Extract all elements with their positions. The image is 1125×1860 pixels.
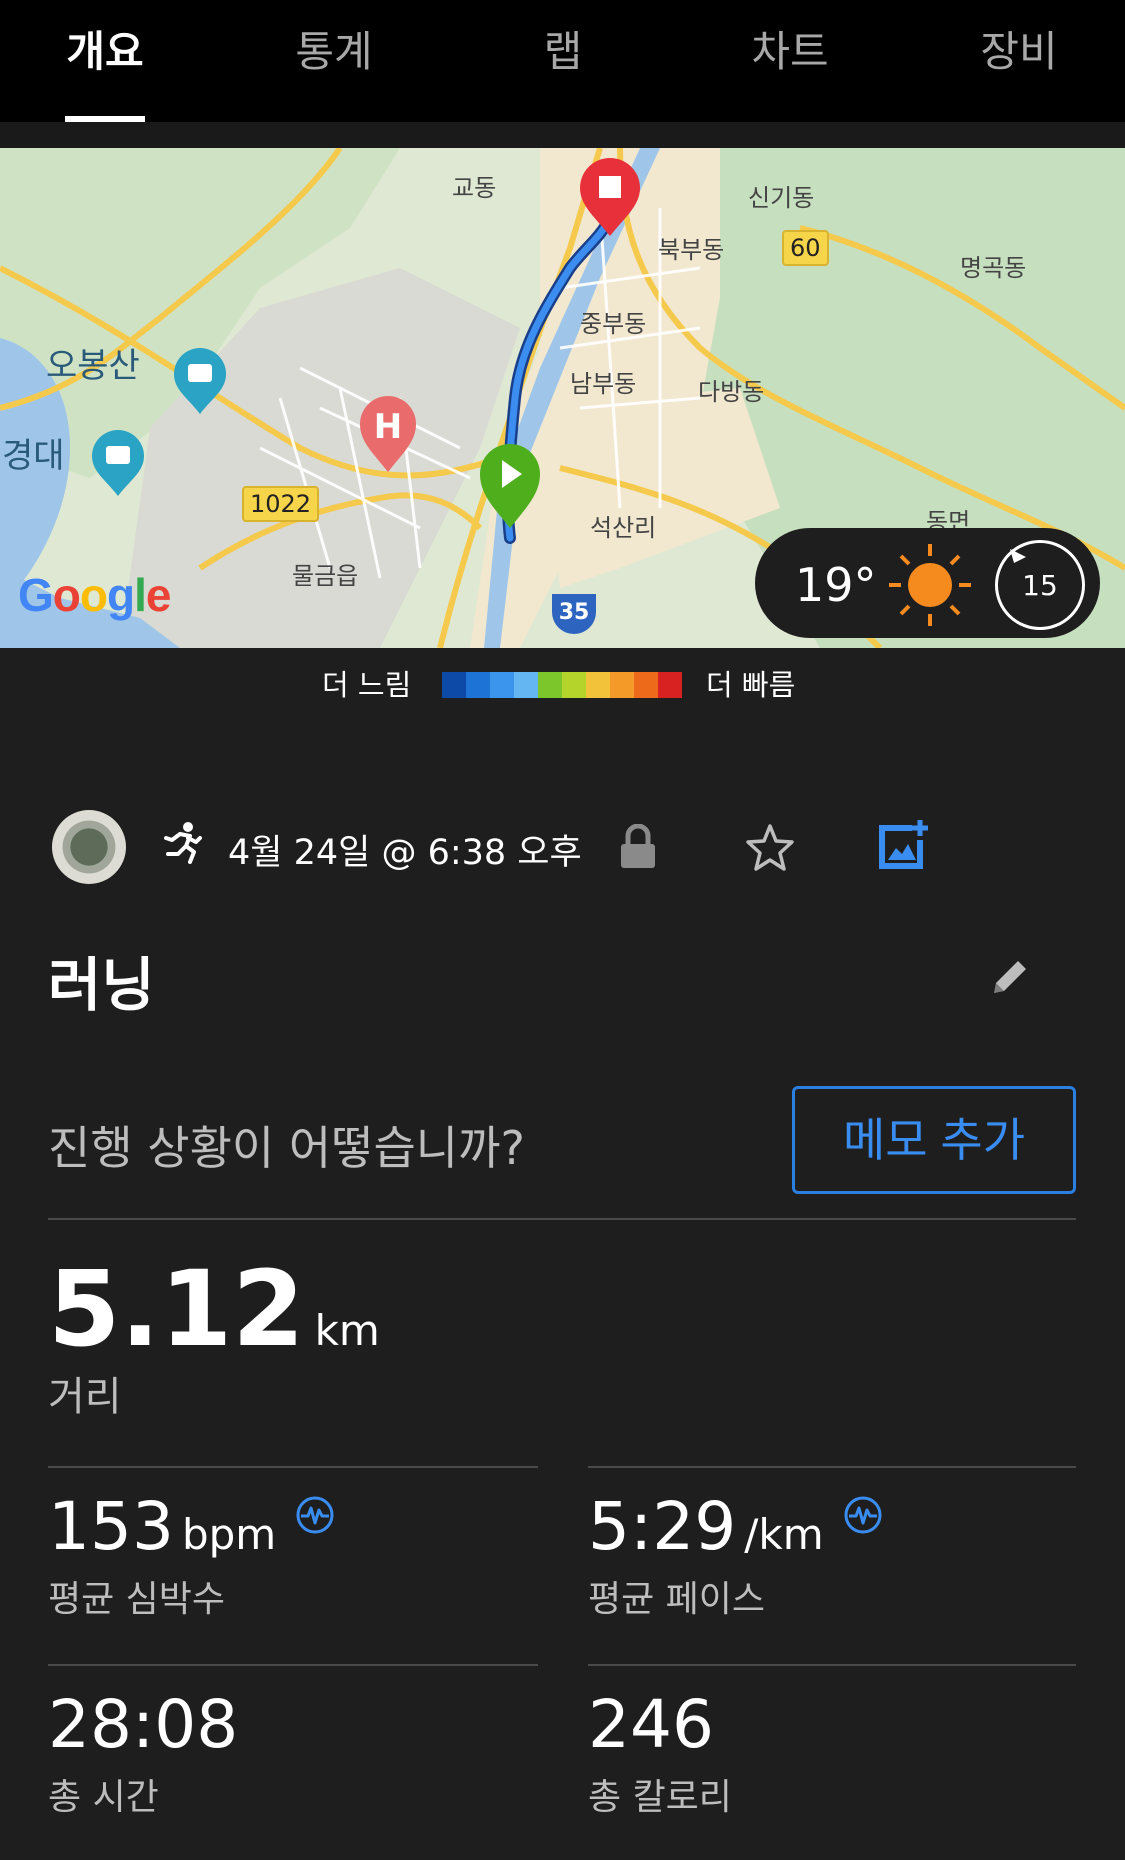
tab-charts[interactable]: 차트 (710, 18, 870, 79)
avatar[interactable] (52, 810, 126, 884)
edit-icon[interactable] (988, 955, 1032, 999)
legend-color-swatch (586, 672, 610, 698)
distance-value: 5.12 (48, 1248, 305, 1370)
avg-pace-value: 5:29 (588, 1488, 737, 1565)
tab-stats[interactable]: 통계 (254, 18, 414, 79)
avg-pace-unit: /km (744, 1510, 824, 1559)
sun-icon (889, 544, 971, 626)
tab-bar: 개요 통계 랩 차트 장비 (0, 0, 1125, 122)
heart-rate-monitor-icon (844, 1496, 882, 1534)
legend-color-bar (442, 672, 682, 698)
distance-label: 거리 (48, 1374, 122, 1420)
legend-color-swatch (442, 672, 466, 698)
divider (48, 1664, 538, 1666)
legend-color-swatch (514, 672, 538, 698)
total-time-stat: 28:08 (48, 1686, 238, 1763)
svg-text:H: H (374, 407, 402, 447)
calories-stat: 246 (588, 1686, 714, 1763)
avg-hr-label: 평균 심박수 (48, 1579, 226, 1620)
avg-pace-label: 평균 페이스 (588, 1579, 766, 1620)
legend-color-swatch (538, 672, 562, 698)
map-label: 오봉산 (46, 346, 140, 386)
total-time-label: 총 시간 (48, 1777, 159, 1818)
wind-indicator: 15 (995, 540, 1085, 630)
tab-laps[interactable]: 랩 (483, 18, 643, 79)
map-label: 신기동 (748, 184, 815, 212)
route-map[interactable]: H 교동 신기동 북부동 명곡동 중부동 남부동 다방동 오봉산 경대 석산리 … (0, 148, 1125, 648)
tab-overview[interactable]: 개요 (25, 18, 185, 79)
calories-label: 총 칼로리 (588, 1777, 732, 1818)
divider (588, 1664, 1076, 1666)
legend-color-swatch (634, 672, 658, 698)
wind-direction-icon (1010, 549, 1026, 563)
map-label: 다방동 (698, 378, 765, 406)
route-badge: 1022 (242, 486, 320, 522)
weather-temperature: 19° (795, 558, 877, 612)
map-label: 북부동 (658, 236, 725, 264)
lock-icon[interactable] (618, 824, 658, 870)
map-label: 명곡동 (960, 254, 1027, 282)
legend-color-swatch (610, 672, 634, 698)
legend-fast-label: 더 빠름 (706, 668, 796, 702)
divider (48, 1218, 1076, 1220)
weather-widget[interactable]: 19° 15 (755, 528, 1100, 638)
wind-speed: 15 (1022, 569, 1058, 602)
map-label: 석산리 (590, 514, 657, 542)
legend-color-swatch (490, 672, 514, 698)
activity-date: 4월 24일 @ 6:38 오후 (228, 833, 582, 873)
legend-slow-label: 더 느림 (322, 668, 412, 702)
add-memo-button[interactable]: 메모 추가 (792, 1086, 1076, 1194)
running-icon (164, 822, 202, 864)
star-icon[interactable] (744, 822, 796, 874)
tabs-separator (0, 122, 1125, 148)
avg-heart-rate-stat: 153 bpm (48, 1488, 335, 1565)
divider (48, 1466, 538, 1468)
progress-question: 진행 상황이 어떻습니까? (48, 1121, 525, 1175)
distance-unit: km (314, 1306, 380, 1355)
google-logo: Google (18, 569, 171, 621)
legend-color-swatch (658, 672, 682, 698)
add-photo-icon[interactable] (876, 818, 930, 872)
avg-hr-unit: bpm (181, 1510, 277, 1559)
tab-gear[interactable]: 장비 (939, 18, 1099, 79)
avg-hr-value: 153 (48, 1488, 174, 1565)
map-label: 남부동 (570, 370, 637, 398)
map-label: 중부동 (580, 310, 647, 338)
heart-rate-monitor-icon (296, 1496, 334, 1534)
divider (588, 1466, 1076, 1468)
calories-value: 246 (588, 1686, 714, 1763)
map-label: 교동 (452, 174, 497, 202)
total-time-value: 28:08 (48, 1686, 239, 1763)
map-label: 경대 (2, 436, 65, 476)
map-label: 물금읍 (292, 562, 359, 590)
legend-color-swatch (562, 672, 586, 698)
activity-title: 러닝 (48, 951, 155, 1019)
pace-legend: 더 느림 더 빠름 (0, 662, 1125, 702)
distance-stat: 5.12 km (48, 1248, 380, 1370)
avg-pace-stat: 5:29/km (588, 1488, 883, 1565)
route-badge: 60 (782, 230, 829, 266)
legend-color-swatch (466, 672, 490, 698)
